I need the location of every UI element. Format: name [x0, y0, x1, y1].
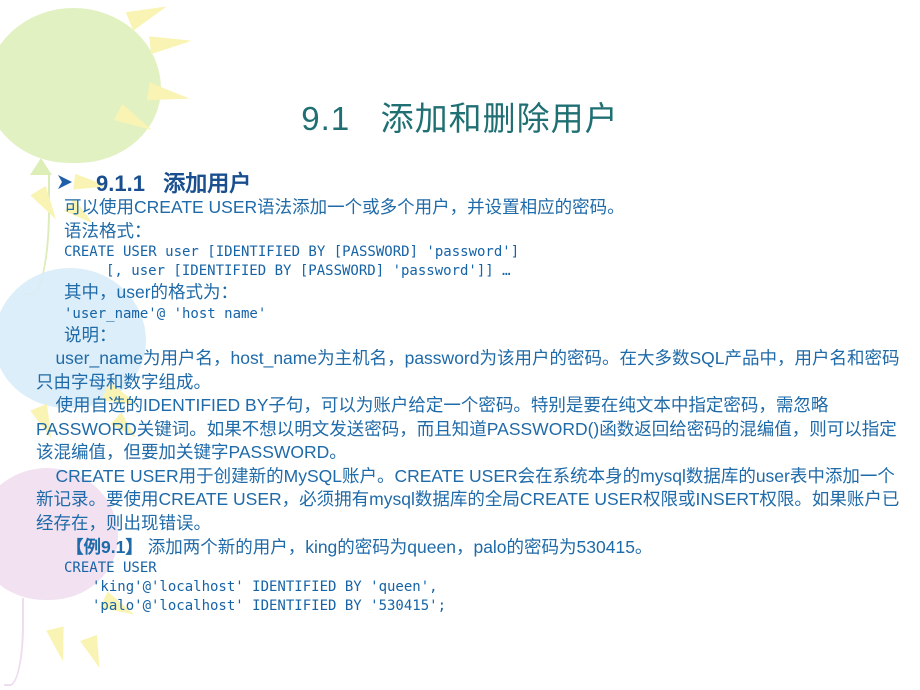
- section-heading-row: 9.1.1 添加用户: [36, 168, 902, 196]
- paragraph-intro: 可以使用CREATE USER语法添加一个或多个用户，并设置相应的密码。: [64, 197, 625, 217]
- section-heading: 9.1.1 添加用户: [96, 171, 252, 196]
- code-line-example-2: 'king'@'localhost' IDENTIFIED BY 'queen'…: [92, 579, 438, 595]
- paragraph-create-user-privileges: CREATE USER用于创建新的MySQL账户。CREATE USER会在系统…: [36, 465, 900, 533]
- paragraph-note-label: 说明：: [64, 324, 117, 345]
- page-title: 9.1 添加和删除用户: [301, 100, 619, 137]
- slide-body: 9.1.1 添加用户 可以使用CREATE USER语法添加一个或多个用户，并设…: [36, 168, 902, 616]
- code-line-user-format: 'user_name'@ 'host name': [64, 305, 267, 322]
- code-line-create-user-syntax-1: CREATE USER user [IDENTIFIED BY [PASSWOR…: [64, 244, 520, 260]
- paragraph-syntax-label: 语法格式：: [64, 220, 152, 241]
- ray-decoration: [80, 634, 108, 672]
- chevron-right-icon: [56, 173, 74, 191]
- ray-decoration: [125, 0, 171, 31]
- code-line-example-1: CREATE USER: [64, 560, 157, 576]
- example-heading: 【例9.1】 添加两个新的用户，king的密码为queen，palo的密码为53…: [66, 535, 902, 559]
- example-text: 添加两个新的用户，king的密码为queen，palo的密码为530415。: [142, 537, 653, 557]
- slide-canvas: 9.1 添加和删除用户 9.1.1 添加用户 可以使用CREATE USER语法…: [0, 0, 920, 690]
- example-label: 【例9.1】: [66, 537, 143, 557]
- ray-decoration: [149, 31, 193, 55]
- paragraph-note-body: user_name为用户名，host_name为主机名，password为该用户…: [36, 348, 900, 392]
- code-line-create-user-syntax-2: [, user [IDENTIFIED BY [PASSWORD] 'passw…: [106, 263, 511, 279]
- paragraph-user-format-label: 其中，user的格式为：: [64, 282, 239, 302]
- ray-decoration: [46, 626, 72, 664]
- code-line-example-3: 'palo'@'localhost' IDENTIFIED BY '530415…: [92, 598, 447, 614]
- balloon-pink-string: [4, 598, 24, 686]
- paragraph-identified-by: 使用自选的IDENTIFIED BY子句，可以为账户给定一个密码。特别是要在纯文…: [36, 395, 897, 462]
